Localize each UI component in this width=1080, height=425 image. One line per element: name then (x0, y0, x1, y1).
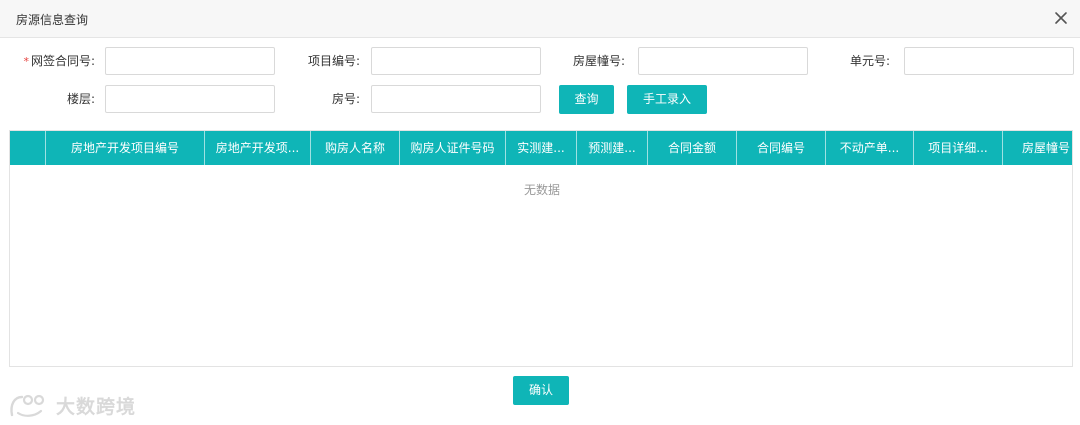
column-header[interactable]: 购房人证件号码 (400, 131, 506, 165)
watermark-logo-icon (10, 394, 45, 417)
results-grid: 房地产开发项目编号 房地产开发项... 购房人名称 购房人证件号码 实测建...… (9, 130, 1073, 367)
unit-no-label: 单元号: (849, 54, 890, 68)
column-header[interactable]: 合同编号 (737, 131, 826, 165)
close-icon[interactable] (1052, 9, 1070, 27)
unit-no-input[interactable] (904, 47, 1074, 75)
column-header[interactable]: 项目详细... (914, 131, 1003, 165)
column-header[interactable]: 实测建... (506, 131, 577, 165)
required-mark: * (23, 55, 29, 68)
column-header-checkbox[interactable] (10, 131, 46, 165)
building-no-input[interactable] (638, 47, 808, 75)
column-header[interactable]: 合同金额 (648, 131, 737, 165)
project-no-label: 项目编号: (307, 54, 360, 68)
dialog-title: 房源信息查询 (16, 13, 89, 27)
column-header[interactable]: 房地产开发项... (205, 131, 311, 165)
confirm-button[interactable]: 确认 (513, 376, 569, 405)
contract-no-label: * 网签合同号: (23, 54, 95, 68)
floor-input[interactable] (105, 85, 275, 113)
dialog-titlebar: 房源信息查询 (0, 0, 1080, 38)
room-no-input[interactable] (371, 85, 541, 113)
grid-header: 房地产开发项目编号 房地产开发项... 购房人名称 购房人证件号码 实测建...… (10, 131, 1072, 165)
column-header[interactable]: 购房人名称 (311, 131, 400, 165)
column-header[interactable]: 不动产单... (826, 131, 914, 165)
column-header[interactable]: 房地产开发项目编号 (46, 131, 205, 165)
floor-label: 楼层: (66, 92, 95, 106)
column-header[interactable]: 房屋幢号 (1003, 131, 1072, 165)
watermark-text: 大数跨境 (56, 395, 137, 418)
project-no-input[interactable] (371, 47, 541, 75)
room-no-label: 房号: (331, 92, 360, 106)
building-no-label: 房屋幢号: (572, 54, 625, 68)
column-header[interactable]: 预测建... (577, 131, 648, 165)
query-button[interactable]: 查询 (559, 85, 614, 114)
watermark: 大数跨境 (8, 390, 136, 420)
contract-no-input[interactable] (105, 47, 275, 75)
empty-state: 无数据 (523, 183, 560, 197)
manual-entry-button[interactable]: 手工录入 (627, 85, 707, 114)
